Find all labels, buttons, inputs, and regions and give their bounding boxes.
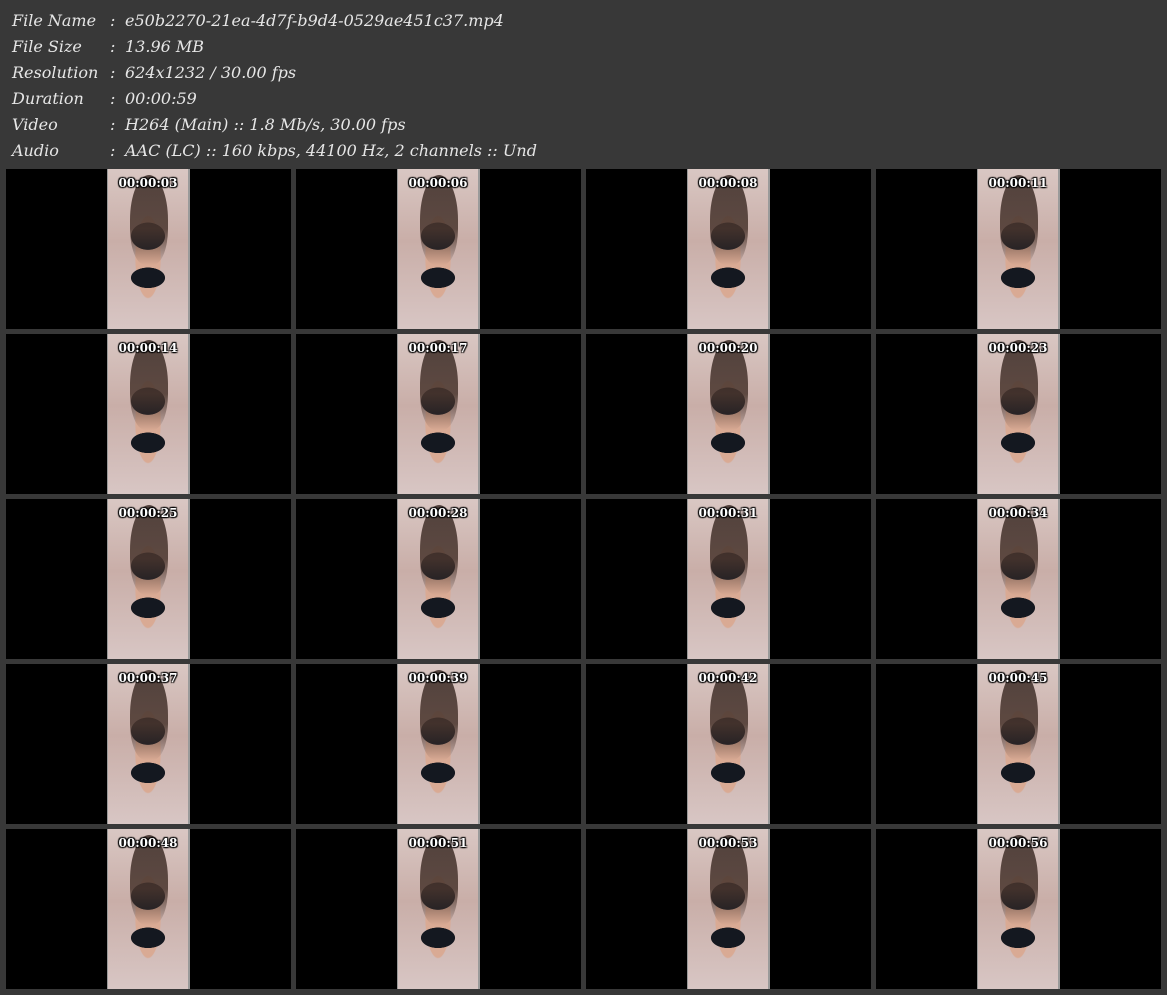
video-frame-image (107, 334, 190, 494)
timestamp-label: 00:00:25 (118, 506, 178, 520)
timestamp-label: 00:00:42 (698, 671, 758, 685)
info-separator: : (110, 141, 116, 160)
info-key: File Name (12, 11, 97, 30)
info-key: Duration (12, 89, 84, 108)
thumbnail: 00:00:37 (6, 664, 291, 824)
info-value: 13.96 MB (125, 37, 205, 56)
info-key: Audio (12, 141, 59, 160)
thumbnail: 00:00:20 (586, 334, 871, 494)
video-frame-image (397, 664, 480, 824)
thumbnail: 00:00:45 (876, 664, 1161, 824)
info-row-duration: Duration : 00:00:59 (12, 86, 537, 112)
thumbnail: 00:00:31 (586, 499, 871, 659)
info-row-file-size: File Size : 13.96 MB (12, 34, 537, 60)
thumbnail-grid: 00:00:03 00:00:06 00:00:08 00:00:11 00:0… (6, 169, 1161, 989)
thumbnail: 00:00:08 (586, 169, 871, 329)
info-row-resolution: Resolution : 624x1232 / 30.00 fps (12, 60, 537, 86)
timestamp-label: 00:00:06 (408, 176, 468, 190)
timestamp-label: 00:00:39 (408, 671, 468, 685)
video-frame-image (977, 169, 1060, 329)
thumbnail: 00:00:28 (296, 499, 581, 659)
info-row-audio: Audio : AAC (LC) :: 160 kbps, 44100 Hz, … (12, 138, 537, 164)
video-frame-image (687, 169, 770, 329)
timestamp-label: 00:00:45 (988, 671, 1048, 685)
video-frame-image (107, 499, 190, 659)
video-frame-image (397, 829, 480, 989)
video-frame-image (687, 334, 770, 494)
thumbnail: 00:00:17 (296, 334, 581, 494)
info-key: Video (12, 115, 58, 134)
info-value: 624x1232 / 30.00 fps (125, 63, 297, 82)
timestamp-label: 00:00:11 (988, 176, 1048, 190)
info-row-video: Video : H264 (Main) :: 1.8 Mb/s, 30.00 f… (12, 112, 537, 138)
timestamp-label: 00:00:37 (118, 671, 178, 685)
thumbnail: 00:00:53 (586, 829, 871, 989)
timestamp-label: 00:00:08 (698, 176, 758, 190)
info-value: H264 (Main) :: 1.8 Mb/s, 30.00 fps (125, 115, 406, 134)
thumbnail: 00:00:23 (876, 334, 1161, 494)
timestamp-label: 00:00:20 (698, 341, 758, 355)
timestamp-label: 00:00:34 (988, 506, 1048, 520)
thumbnail: 00:00:39 (296, 664, 581, 824)
timestamp-label: 00:00:17 (408, 341, 468, 355)
video-frame-image (687, 499, 770, 659)
video-frame-image (977, 499, 1060, 659)
video-frame-image (977, 664, 1060, 824)
timestamp-label: 00:00:51 (408, 836, 468, 850)
timestamp-label: 00:00:48 (118, 836, 178, 850)
thumbnail: 00:00:48 (6, 829, 291, 989)
thumbnail: 00:00:51 (296, 829, 581, 989)
thumbnail: 00:00:11 (876, 169, 1161, 329)
info-separator: : (110, 115, 116, 134)
thumbnail: 00:00:56 (876, 829, 1161, 989)
thumbnail: 00:00:42 (586, 664, 871, 824)
video-frame-image (107, 664, 190, 824)
video-frame-image (107, 169, 190, 329)
thumbnail: 00:00:25 (6, 499, 291, 659)
video-frame-image (397, 169, 480, 329)
info-value: 00:00:59 (125, 89, 197, 108)
timestamp-label: 00:00:28 (408, 506, 468, 520)
file-info-panel: File Name : e50b2270-21ea-4d7f-b9d4-0529… (12, 8, 537, 164)
info-value: e50b2270-21ea-4d7f-b9d4-0529ae451c37.mp4 (125, 11, 504, 30)
timestamp-label: 00:00:53 (698, 836, 758, 850)
video-frame-image (977, 829, 1060, 989)
info-row-file-name: File Name : e50b2270-21ea-4d7f-b9d4-0529… (12, 8, 537, 34)
timestamp-label: 00:00:14 (118, 341, 178, 355)
video-frame-image (977, 334, 1060, 494)
info-separator: : (110, 89, 116, 108)
info-key: Resolution (12, 63, 99, 82)
info-separator: : (110, 37, 116, 56)
info-separator: : (110, 63, 116, 82)
info-key: File Size (12, 37, 82, 56)
info-separator: : (110, 11, 116, 30)
thumbnail: 00:00:14 (6, 334, 291, 494)
thumbnail: 00:00:03 (6, 169, 291, 329)
video-frame-image (397, 334, 480, 494)
timestamp-label: 00:00:03 (118, 176, 178, 190)
timestamp-label: 00:00:31 (698, 506, 758, 520)
thumbnail: 00:00:34 (876, 499, 1161, 659)
video-frame-image (107, 829, 190, 989)
timestamp-label: 00:00:23 (988, 341, 1048, 355)
info-value: AAC (LC) :: 160 kbps, 44100 Hz, 2 channe… (125, 141, 537, 160)
video-frame-image (397, 499, 480, 659)
timestamp-label: 00:00:56 (988, 836, 1048, 850)
thumbnail: 00:00:06 (296, 169, 581, 329)
video-frame-image (687, 829, 770, 989)
video-frame-image (687, 664, 770, 824)
